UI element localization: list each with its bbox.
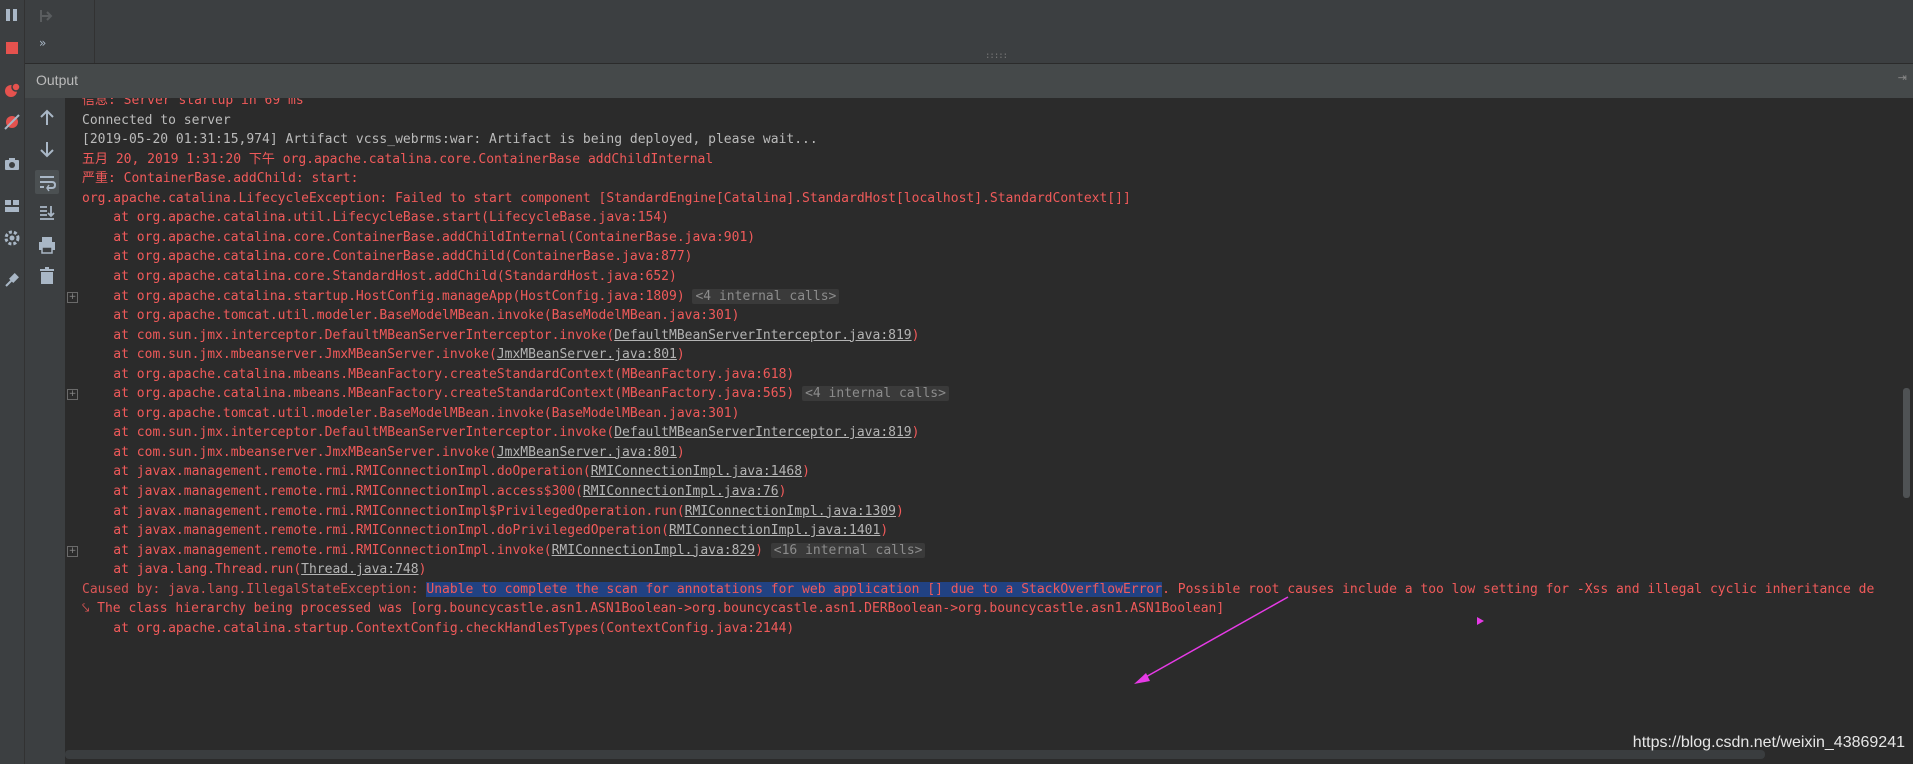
console-line-text: at java.lang.Thread.run( — [82, 562, 302, 578]
annotation-arrowhead — [1134, 673, 1150, 684]
console-line-text: at org.apache.catalina.startup.ContextCo… — [82, 620, 795, 636]
output-title: Output — [36, 72, 79, 88]
expand-fold-icon[interactable]: + — [67, 389, 78, 401]
console-line-suffix: ) — [895, 503, 904, 519]
console-line-suffix: ) — [911, 425, 920, 441]
console-line-suffix: ) — [418, 562, 427, 578]
console-line-suffix: ) — [911, 327, 920, 343]
source-link[interactable]: DefaultMBeanServerInterceptor.java:819 — [614, 328, 911, 343]
console-line-suffix: ) — [880, 523, 889, 539]
console-line-text: at javax.management.remote.rmi.RMIConnec… — [82, 523, 669, 539]
console-line-text: org.apache.catalina.LifecycleException: … — [82, 190, 1131, 206]
scroll-to-end-icon[interactable] — [35, 201, 59, 225]
console-line-text: at org.apache.tomcat.util.modeler.BaseMo… — [82, 308, 740, 324]
console-line-text: at org.apache.catalina.core.ContainerBas… — [82, 249, 693, 265]
watermark-url: https://blog.csdn.net/weixin_43869241 — [1632, 734, 1905, 751]
trash-icon[interactable] — [35, 264, 59, 288]
console-line-text: Caused by: java.lang.IllegalStateExcepti… — [82, 581, 427, 597]
console-line-text: 信息: Server startup in 69 ms — [82, 98, 304, 108]
print-icon[interactable] — [35, 233, 59, 257]
folded-internal-calls[interactable]: <4 internal calls> — [692, 288, 840, 304]
console-output[interactable]: 信息: Server startup in 69 ms Connected to … — [65, 98, 1898, 748]
console-line-text: at com.sun.jmx.mbeanserver.JmxMBeanServe… — [82, 444, 497, 460]
source-link[interactable]: DefaultMBeanServerInterceptor.java:819 — [614, 425, 911, 440]
source-link[interactable]: RMIConnectionImpl.java:1468 — [591, 464, 802, 479]
pause-icon[interactable] — [2, 5, 22, 25]
console-line-text: 严重: ContainerBase.addChild: start: — [82, 171, 359, 187]
console-line-text: ⤥ The class hierarchy being processed wa… — [82, 601, 1225, 617]
source-link[interactable]: RMIConnectionImpl.java:1309 — [685, 504, 896, 519]
source-link[interactable]: JmxMBeanServer.java:801 — [497, 445, 677, 460]
console-line-text: at org.apache.catalina.mbeans.MBeanFacto… — [82, 366, 795, 382]
console-line-text: at org.apache.catalina.util.LifecycleBas… — [82, 210, 669, 226]
mute-breakpoints-icon[interactable] — [2, 112, 22, 132]
source-link[interactable]: RMIConnectionImpl.java:1401 — [669, 523, 880, 538]
debug-top-panel: » ::::: — [25, 0, 1913, 63]
console-line-suffix: ) — [676, 347, 685, 363]
source-link[interactable]: Thread.java:748 — [301, 562, 418, 577]
output-header: Output ⇥ — [25, 63, 1913, 99]
console-line-text: Connected to server — [82, 112, 231, 128]
expand-fold-icon[interactable]: + — [67, 545, 78, 557]
console-line-suffix: ) — [778, 484, 787, 499]
up-arrow-icon[interactable] — [35, 106, 59, 130]
console-line-text: at org.apache.catalina.startup.HostConfi… — [82, 288, 685, 304]
horizontal-scrollbar[interactable] — [65, 750, 1765, 759]
camera-icon[interactable] — [2, 154, 22, 174]
source-link[interactable]: RMIConnectionImpl.java:829 — [552, 543, 756, 558]
step-icon[interactable] — [37, 6, 57, 26]
layout-icon[interactable] — [2, 196, 22, 216]
console-line-suffix: . Possible root causes include a too low… — [1162, 581, 1875, 597]
console-line-text: at com.sun.jmx.interceptor.DefaultMBeanS… — [82, 425, 615, 441]
vertical-scrollbar-thumb[interactable] — [1903, 388, 1910, 498]
console-line: at org.apache.catalina.startup.ContextCo… — [82, 617, 794, 641]
settings-icon[interactable] — [2, 228, 22, 248]
stop-icon[interactable] — [2, 38, 22, 58]
down-arrow-icon[interactable] — [35, 137, 59, 161]
source-link[interactable]: JmxMBeanServer.java:801 — [497, 347, 677, 362]
console-line-suffix: ) — [802, 464, 810, 480]
debug-icon[interactable] — [2, 80, 22, 100]
console-line-text: at com.sun.jmx.interceptor.DefaultMBeanS… — [82, 327, 615, 343]
console-line-text: at org.apache.catalina.core.ContainerBas… — [82, 229, 756, 245]
selected-text: Unable to complete the scan for annotati… — [426, 581, 1163, 597]
more-chevron-icon[interactable]: » — [39, 36, 46, 50]
pin-icon[interactable] — [2, 270, 22, 290]
expand-fold-icon[interactable]: + — [67, 291, 78, 303]
console-toolbar — [25, 98, 65, 764]
console-line-text: at org.apache.catalina.core.StandardHost… — [82, 268, 677, 284]
console-line-text: at javax.management.remote.rmi.RMIConnec… — [82, 503, 685, 519]
hide-panel-icon[interactable]: ⇥ — [1898, 71, 1907, 84]
panel-divider — [94, 0, 95, 63]
source-link[interactable]: RMIConnectionImpl.java:76 — [583, 484, 779, 499]
console-line-text: at org.apache.tomcat.util.modeler.BaseMo… — [82, 405, 740, 421]
folded-internal-calls[interactable]: <16 internal calls> — [770, 542, 926, 558]
console-line-text: [2019-05-20 01:31:15,974] Artifact vcss_… — [82, 132, 818, 148]
console-line-suffix: ) — [676, 444, 685, 460]
left-toolbar — [0, 0, 25, 764]
console-line-text: at javax.management.remote.rmi.RMIConnec… — [82, 542, 552, 558]
console-line-text: 五月 20, 2019 1:31:20 下午 org.apache.catali… — [82, 151, 714, 167]
resize-grip-icon[interactable]: ::::: — [985, 52, 1008, 61]
console-line-suffix: ) — [755, 542, 763, 558]
soft-wrap-icon[interactable] — [35, 170, 59, 194]
console-line-text: at javax.management.remote.rmi.RMIConnec… — [82, 464, 591, 480]
folded-internal-calls[interactable]: <4 internal calls> — [802, 386, 949, 402]
console-line-text: at javax.management.remote.rmi.RMIConnec… — [82, 484, 583, 499]
annotation-marker — [1477, 617, 1484, 625]
console-line-text: at com.sun.jmx.mbeanserver.JmxMBeanServe… — [82, 347, 497, 363]
console-line-text: at org.apache.catalina.mbeans.MBeanFacto… — [82, 386, 795, 402]
